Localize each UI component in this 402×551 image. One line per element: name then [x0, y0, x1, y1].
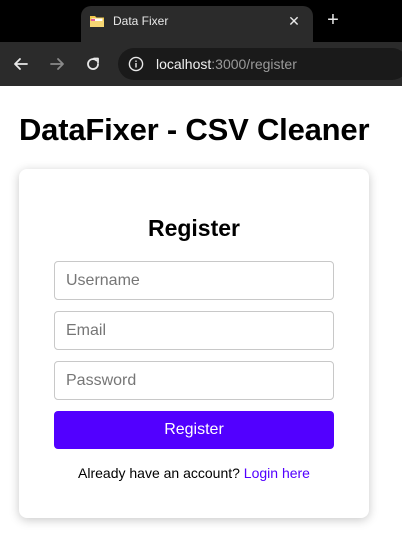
register-button[interactable]: Register — [54, 411, 334, 449]
browser-tab[interactable]: Data Fixer ✕ — [81, 6, 313, 42]
register-card: Register Register Already have an accoun… — [19, 169, 369, 518]
folder-icon — [89, 14, 105, 28]
email-input[interactable] — [54, 311, 334, 350]
url-path: :3000/register — [211, 56, 297, 72]
login-prompt-text: Already have an account? — [78, 465, 240, 481]
url-text[interactable]: localhost:3000/register — [156, 56, 297, 72]
password-input[interactable] — [54, 361, 334, 400]
page-title: DataFixer - CSV Cleaner — [19, 112, 370, 147]
register-heading: Register — [147, 215, 241, 241]
tab-title: Data Fixer — [113, 14, 169, 28]
info-icon[interactable] — [128, 56, 144, 72]
login-link[interactable]: Login here — [244, 465, 310, 481]
plus-icon[interactable]: + — [323, 10, 343, 30]
username-input[interactable] — [54, 261, 334, 300]
reload-icon[interactable] — [82, 53, 104, 75]
arrow-left-icon[interactable] — [10, 53, 32, 75]
close-icon[interactable]: ✕ — [287, 14, 301, 28]
page-content: DataFixer - CSV Cleaner Register Registe… — [0, 86, 402, 551]
browser-toolbar: localhost:3000/register — [0, 42, 402, 86]
arrow-right-icon[interactable] — [46, 53, 68, 75]
login-prompt: Already have an account? Login here — [19, 465, 369, 481]
address-bar[interactable]: localhost:3000/register — [118, 48, 402, 80]
browser-tab-bar: Data Fixer ✕ + — [0, 0, 402, 42]
url-host: localhost — [156, 56, 212, 72]
